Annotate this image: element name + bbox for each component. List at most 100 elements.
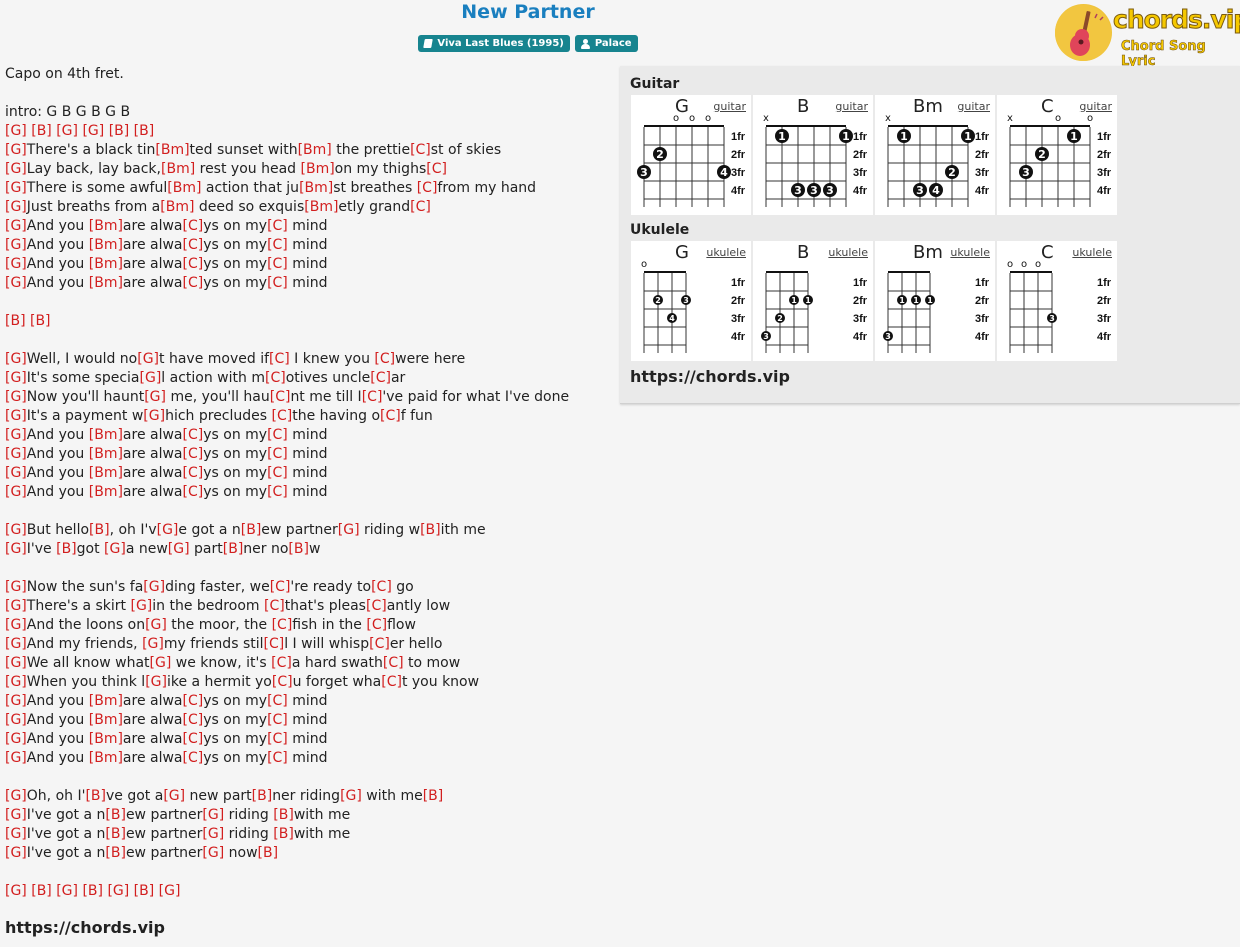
chord-link[interactable]: [B] [258,845,279,861]
chord-link[interactable]: [Bm] [160,199,194,215]
chord-link[interactable]: [Bm] [304,199,338,215]
instrument-link[interactable]: guitar [957,100,990,113]
chord-link[interactable]: [G] [5,750,27,766]
chord-link[interactable]: [G] [5,142,27,158]
chord-link[interactable]: [G] [5,256,27,272]
chord-link[interactable]: [G] [82,123,104,139]
chord-link[interactable]: [G] [159,883,181,899]
chord-diagram-b[interactable]: 1fr 2fr 3fr 4fr x 1 1 3 3 3 Bguitar [753,95,873,215]
chord-link[interactable]: [B] [223,541,244,557]
site-url-footer[interactable]: https://chords.vip [5,918,165,937]
artist-badge[interactable]: Palace [574,35,638,52]
chord-link[interactable]: [Bm] [155,142,189,158]
chord-link[interactable]: [B] [82,883,103,899]
chord-link[interactable]: [G] [5,275,27,291]
chord-link[interactable]: [C] [267,446,288,462]
chord-link[interactable]: [C] [267,484,288,500]
chord-link[interactable]: [C] [369,636,390,652]
instrument-link[interactable]: ukulele [1072,246,1112,259]
chord-link[interactable]: [B] [134,123,155,139]
chord-link[interactable]: [G] [56,883,78,899]
chord-link[interactable]: [G] [5,655,27,671]
chord-link[interactable]: [C] [183,712,204,728]
chord-link[interactable]: [G] [5,123,27,139]
chord-link[interactable]: [Bm] [167,180,201,196]
chord-link[interactable]: [G] [131,598,153,614]
chord-link[interactable]: [G] [107,883,129,899]
chord-link[interactable]: [C] [183,427,204,443]
chord-link[interactable]: [C] [270,579,291,595]
chord-link[interactable]: [Bm] [89,446,123,462]
chord-link[interactable]: [B] [241,522,262,538]
chord-link[interactable]: [C] [270,389,291,405]
chord-link[interactable]: [Bm] [89,712,123,728]
chord-link[interactable]: [G] [5,674,27,690]
chord-link[interactable]: [C] [272,408,293,424]
chord-link[interactable]: [Bm] [298,142,332,158]
chord-link[interactable]: [G] [144,389,166,405]
chord-link[interactable]: [C] [267,218,288,234]
chord-link[interactable]: [G] [202,845,224,861]
chord-link[interactable]: [C] [366,617,387,633]
chord-link[interactable]: [Bm] [299,180,333,196]
chord-link[interactable]: [C] [410,142,431,158]
chord-link[interactable]: [C] [183,750,204,766]
instrument-link[interactable]: ukulele [828,246,868,259]
chord-link[interactable]: [G] [56,123,78,139]
chord-link[interactable]: [B] [30,313,51,329]
site-logo[interactable]: chords.vip Chord Song Lyric [1055,3,1240,69]
chord-link[interactable]: [G] [143,408,165,424]
chord-link[interactable]: [C] [267,712,288,728]
chord-link[interactable]: [B] [134,883,155,899]
chord-link[interactable]: [B] [105,807,126,823]
chord-link[interactable]: [C] [362,389,383,405]
chord-link[interactable]: [G] [163,788,185,804]
chord-link[interactable]: [G] [168,541,190,557]
chord-link[interactable]: [C] [183,256,204,272]
chord-link[interactable]: [C] [267,731,288,747]
chord-link[interactable]: [Bm] [89,275,123,291]
chord-link[interactable]: [Bm] [89,465,123,481]
chord-link[interactable]: [B] [423,788,444,804]
chord-link[interactable]: [G] [5,693,27,709]
chord-link[interactable]: [G] [5,199,27,215]
chord-link[interactable]: [G] [5,465,27,481]
chord-link[interactable]: [G] [5,731,27,747]
chord-link[interactable]: [C] [383,655,404,671]
chord-link[interactable]: [G] [5,427,27,443]
chord-diagram-g[interactable]: 1fr 2fr 3fr 4fr o o o 2 3 4 Gguitar [631,95,751,215]
chord-link[interactable]: [B] [85,788,106,804]
chord-link[interactable]: [C] [267,427,288,443]
chord-link[interactable]: [C] [183,218,204,234]
chord-link[interactable]: [C] [426,161,447,177]
chord-link[interactable]: [C] [410,199,431,215]
chord-link[interactable]: [C] [374,351,395,367]
chord-link[interactable]: [B] [420,522,441,538]
chord-link[interactable]: [Bm] [89,218,123,234]
chord-link[interactable]: [G] [5,389,27,405]
chord-link[interactable]: [G] [5,712,27,728]
chord-link[interactable]: [C] [267,750,288,766]
chord-diagram-bm[interactable]: 1fr 2fr 3fr 4fr 1 1 1 3 Bm ukulele [875,241,995,361]
chord-link[interactable]: [B] [273,826,294,842]
site-url-panel[interactable]: https://chords.vip [630,367,790,386]
chord-link[interactable]: [G] [157,522,179,538]
instrument-link[interactable]: guitar [713,100,746,113]
chord-link[interactable]: [G] [5,180,27,196]
chord-diagram-c[interactable]: 1fr 2fr 3fr 4fr x o o 1 2 3 Cguitar [997,95,1117,215]
instrument-link[interactable]: ukulele [706,246,746,259]
chord-link[interactable]: [C] [183,731,204,747]
chord-link[interactable]: [G] [5,826,27,842]
chord-link[interactable]: [G] [5,541,27,557]
chord-link[interactable]: [G] [340,788,362,804]
chord-link[interactable]: [G] [5,807,27,823]
chord-diagram-bm[interactable]: 1fr 2fr 3fr 4fr x 1 1 2 3 4 Bm guitar [875,95,995,215]
chord-link[interactable]: [G] [5,579,27,595]
chord-link[interactable]: [C] [267,275,288,291]
chord-link[interactable]: [C] [267,693,288,709]
chord-link[interactable]: [C] [417,180,438,196]
chord-link[interactable]: [C] [183,465,204,481]
chord-link[interactable]: [B] [105,845,126,861]
instrument-link[interactable]: guitar [835,100,868,113]
chord-link[interactable]: [C] [380,408,401,424]
